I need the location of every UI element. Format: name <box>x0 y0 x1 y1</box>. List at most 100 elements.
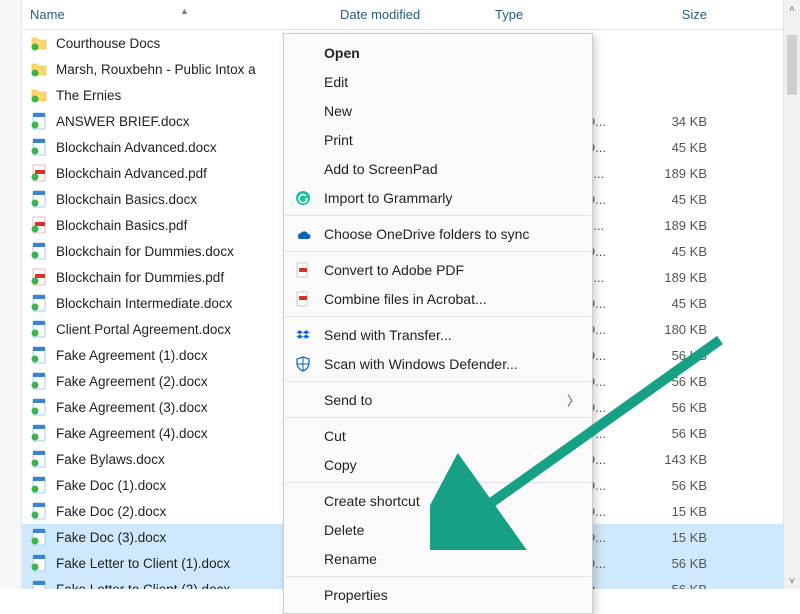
file-size: 189 KB <box>635 166 725 181</box>
word-icon <box>30 424 48 442</box>
file-size: 15 KB <box>635 504 725 519</box>
word-icon <box>30 502 48 520</box>
menu-onedrive-label: Choose OneDrive folders to sync <box>324 226 529 242</box>
menu-shortcut-label: Create shortcut <box>324 493 420 509</box>
menu-separator <box>285 251 591 252</box>
menu-adobe-label: Convert to Adobe PDF <box>324 262 464 278</box>
menu-sendto[interactable]: Send to 〉 <box>284 385 592 414</box>
defender-shield-icon <box>294 355 312 373</box>
menu-acrobat[interactable]: Combine files in Acrobat... <box>284 284 592 313</box>
folder-green-dot-icon <box>30 60 48 78</box>
left-gutter <box>0 0 22 589</box>
word-icon <box>30 476 48 494</box>
menu-print-label: Print <box>324 132 353 148</box>
menu-delete-label: Delete <box>324 522 364 538</box>
folder-green-dot-icon <box>30 34 48 52</box>
file-explorer-window: Name ▲ Date modified Type Size Courthous… <box>0 0 800 589</box>
column-header-size[interactable]: Size <box>635 7 725 22</box>
menu-open-label: Open <box>324 45 360 61</box>
menu-new[interactable]: New <box>284 96 592 125</box>
context-menu: Open Edit New Print Add to ScreenPad Imp… <box>283 33 593 614</box>
file-size: 56 KB <box>635 582 725 590</box>
file-size: 143 KB <box>635 452 725 467</box>
word-icon <box>30 138 48 156</box>
word-icon <box>30 554 48 572</box>
menu-grammarly[interactable]: Import to Grammarly <box>284 183 592 212</box>
menu-transfer[interactable]: Send with Transfer... <box>284 320 592 349</box>
file-size: 56 KB <box>635 400 725 415</box>
column-header-name[interactable]: Name ▲ <box>30 7 340 22</box>
word-icon <box>30 242 48 260</box>
word-icon <box>30 320 48 338</box>
menu-onedrive[interactable]: Choose OneDrive folders to sync <box>284 219 592 248</box>
file-size: 45 KB <box>635 244 725 259</box>
sort-caret-icon: ▲ <box>180 6 189 16</box>
word-icon <box>30 346 48 364</box>
word-icon <box>30 450 48 468</box>
scroll-up-arrow-icon[interactable]: ˄ <box>784 0 800 17</box>
file-size: 189 KB <box>635 270 725 285</box>
file-size: 56 KB <box>635 556 725 571</box>
word-icon <box>30 580 48 589</box>
file-size: 45 KB <box>635 296 725 311</box>
acrobat-icon <box>294 290 312 308</box>
file-size: 180 KB <box>635 322 725 337</box>
file-size: 56 KB <box>635 426 725 441</box>
menu-sendto-label: Send to <box>324 392 372 408</box>
menu-print[interactable]: Print <box>284 125 592 154</box>
menu-grammarly-label: Import to Grammarly <box>324 190 452 206</box>
pdf-icon <box>30 216 48 234</box>
dropbox-icon <box>294 326 312 344</box>
word-icon <box>30 528 48 546</box>
menu-copy[interactable]: Copy <box>284 450 592 479</box>
menu-transfer-label: Send with Transfer... <box>324 327 452 343</box>
word-icon <box>30 372 48 390</box>
column-header-name-label: Name <box>30 7 65 22</box>
vertical-scrollbar[interactable]: ˄ ˅ <box>783 0 800 589</box>
menu-screenpad[interactable]: Add to ScreenPad <box>284 154 592 183</box>
word-icon <box>30 294 48 312</box>
menu-defender[interactable]: Scan with Windows Defender... <box>284 349 592 378</box>
menu-adobe[interactable]: Convert to Adobe PDF <box>284 255 592 284</box>
folder-green-dot-icon <box>30 86 48 104</box>
word-icon <box>30 112 48 130</box>
file-size: 56 KB <box>635 478 725 493</box>
menu-cut-label: Cut <box>324 428 346 444</box>
menu-new-label: New <box>324 103 352 119</box>
menu-separator <box>285 482 591 483</box>
menu-separator <box>285 215 591 216</box>
menu-separator <box>285 316 591 317</box>
grammarly-icon <box>294 189 312 207</box>
menu-cut[interactable]: Cut <box>284 421 592 450</box>
menu-shortcut[interactable]: Create shortcut <box>284 486 592 515</box>
menu-separator <box>285 381 591 382</box>
pdf-icon <box>30 268 48 286</box>
menu-delete[interactable]: Delete <box>284 515 592 544</box>
menu-open[interactable]: Open <box>284 38 592 67</box>
menu-edit[interactable]: Edit <box>284 67 592 96</box>
word-icon <box>30 190 48 208</box>
file-size: 45 KB <box>635 192 725 207</box>
pdf-icon <box>30 164 48 182</box>
scroll-down-arrow-icon[interactable]: ˅ <box>784 572 800 589</box>
menu-edit-label: Edit <box>324 74 348 90</box>
file-size: 15 KB <box>635 530 725 545</box>
column-headers[interactable]: Name ▲ Date modified Type Size <box>22 0 800 30</box>
pdf-icon <box>294 261 312 279</box>
column-header-date[interactable]: Date modified <box>340 7 495 22</box>
menu-acrobat-label: Combine files in Acrobat... <box>324 291 487 307</box>
menu-defender-label: Scan with Windows Defender... <box>324 356 518 372</box>
menu-rename[interactable]: Rename <box>284 544 592 573</box>
scrollbar-thumb[interactable] <box>787 35 797 95</box>
file-size: 45 KB <box>635 140 725 155</box>
file-size: 56 KB <box>635 374 725 389</box>
file-size: 56 KB <box>635 348 725 363</box>
word-icon <box>30 398 48 416</box>
column-header-type[interactable]: Type <box>495 7 635 22</box>
menu-screenpad-label: Add to ScreenPad <box>324 161 438 177</box>
menu-separator <box>285 576 591 577</box>
menu-separator <box>285 417 591 418</box>
menu-properties[interactable]: Properties <box>284 580 592 609</box>
menu-copy-label: Copy <box>324 457 357 473</box>
chevron-right-icon: 〉 <box>567 390 580 409</box>
